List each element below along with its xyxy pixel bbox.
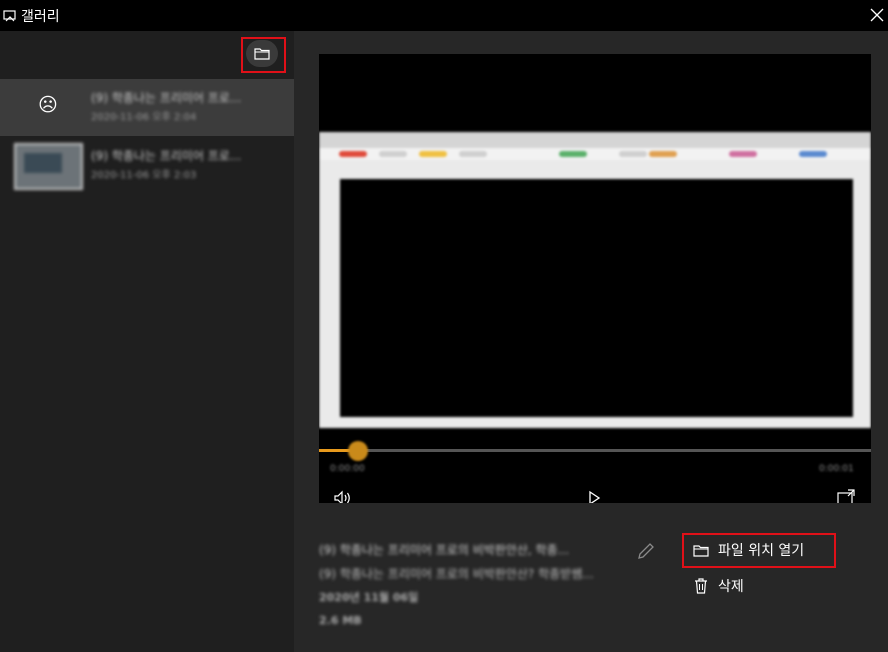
capture-list-pane: ☹ (9) 학종나는 프리미어 프로... 2020-11-06 오후 2:04… xyxy=(0,31,294,652)
volume-icon xyxy=(334,490,350,503)
capture-timestamp: 2020-11-06 오후 2:03 xyxy=(91,170,197,181)
capture-title: (9) 학종나는 프리미어 프로... xyxy=(91,91,242,105)
capture-detail-subtitle: (9) 학종나는 프리미어 프로의 비박판안산? 학종받쌤... xyxy=(319,567,594,581)
fullscreen-button[interactable] xyxy=(835,487,857,503)
delete-label: 삭제 xyxy=(718,579,744,595)
sad-face-icon: ☹ xyxy=(38,94,58,116)
capture-list-item[interactable]: ☹ (9) 학종나는 프리미어 프로... 2020-11-06 오후 2:04 xyxy=(0,79,294,136)
capture-date: 2020년 11월 06일 xyxy=(319,591,419,604)
volume-button[interactable] xyxy=(332,487,354,503)
annotation-highlight-box xyxy=(241,37,286,73)
capture-title: (9) 학종나는 프리미어 프로... xyxy=(91,149,242,163)
capture-file-size: 2.6 MB xyxy=(319,614,362,627)
total-time: 0:00:01 xyxy=(819,464,854,474)
pencil-icon xyxy=(638,543,654,559)
current-time: 0:00:00 xyxy=(330,464,365,474)
trash-icon xyxy=(692,577,710,595)
video-thumbnail xyxy=(14,143,83,190)
play-icon xyxy=(589,490,601,503)
play-button[interactable] xyxy=(583,487,605,503)
capture-list-item[interactable]: (9) 학종나는 프리미어 프로... 2020-11-06 오후 2:03 xyxy=(0,137,294,194)
capture-timestamp: 2020-11-06 오후 2:04 xyxy=(91,112,197,123)
title-bar: 갤러리 xyxy=(0,0,888,31)
annotation-highlight-box xyxy=(682,533,836,568)
window-title: 갤러리 xyxy=(21,9,60,25)
capture-detail-title: (9) 학종나는 프리미어 프로의 비박판안산, 학종... xyxy=(319,543,570,557)
seek-bar[interactable] xyxy=(319,449,871,452)
fullscreen-icon xyxy=(837,489,855,503)
close-button[interactable] xyxy=(866,4,888,26)
seek-bar-handle[interactable] xyxy=(348,441,368,461)
preview-pane: 0:00:00 0:00:01 (9) 학종나는 프리미어 프로의 비박판안산,… xyxy=(294,31,888,652)
delete-button[interactable]: 삭제 xyxy=(692,573,744,599)
video-frame xyxy=(319,132,871,428)
close-icon xyxy=(870,8,884,22)
gallery-icon xyxy=(3,8,17,22)
video-player[interactable]: 0:00:00 0:00:01 xyxy=(319,54,871,503)
rename-button[interactable] xyxy=(635,540,657,562)
